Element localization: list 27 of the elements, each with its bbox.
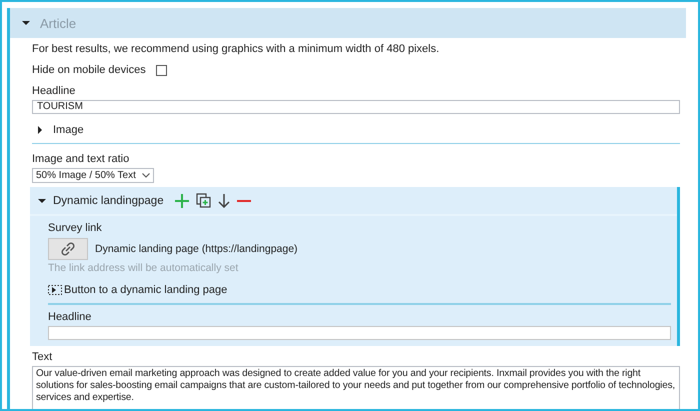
button-icon	[48, 285, 62, 295]
duplicate-icon[interactable]	[196, 193, 211, 208]
link-text: Dynamic landing page (https://landingpage)	[95, 243, 298, 255]
ratio-dropdown[interactable]: 50% Image / 50% Text	[32, 168, 154, 183]
arrow-down-icon[interactable]	[218, 194, 230, 208]
field-label: Image and text ratio	[32, 153, 130, 165]
chevron-down-icon	[142, 173, 150, 178]
expanded-triangle-icon[interactable]	[38, 196, 46, 204]
button-option-label[interactable]: Button to a dynamic landing page	[64, 284, 228, 296]
field-label: Text	[32, 351, 54, 363]
field-label: Headline	[48, 311, 92, 323]
field-label: Headline	[32, 85, 76, 97]
collapsed-triangle-icon[interactable]	[36, 126, 44, 134]
panel-title[interactable]: Dynamic landingpage	[53, 194, 164, 206]
text-area[interactable]: Our value-driven email marketing approach was designed to create added value for you and your recipients. Inxmail provides you with the right solutions for sales-boosting email campaigns that are custom-tailored to your needs and put together from our comprehensive portfolio of technologies, services and expertise.	[32, 366, 680, 409]
hint-text: For best results, we recommend using graphics with a minimum width of 480 pixels.	[32, 43, 440, 55]
hint-text: The link address will be automatically set	[48, 262, 240, 274]
link-icon	[60, 242, 76, 256]
field-label: Survey link	[48, 222, 103, 234]
checkbox-label: Hide on mobile devices	[32, 64, 146, 76]
checkbox[interactable]	[156, 64, 167, 76]
expanded-triangle-icon[interactable]	[22, 19, 30, 27]
remove-icon[interactable]	[236, 198, 251, 202]
link-button[interactable]	[48, 238, 88, 260]
headline-field[interactable]	[48, 326, 671, 340]
headline-field[interactable]: TOURISM	[32, 100, 680, 114]
section-title[interactable]: Image	[53, 124, 84, 136]
